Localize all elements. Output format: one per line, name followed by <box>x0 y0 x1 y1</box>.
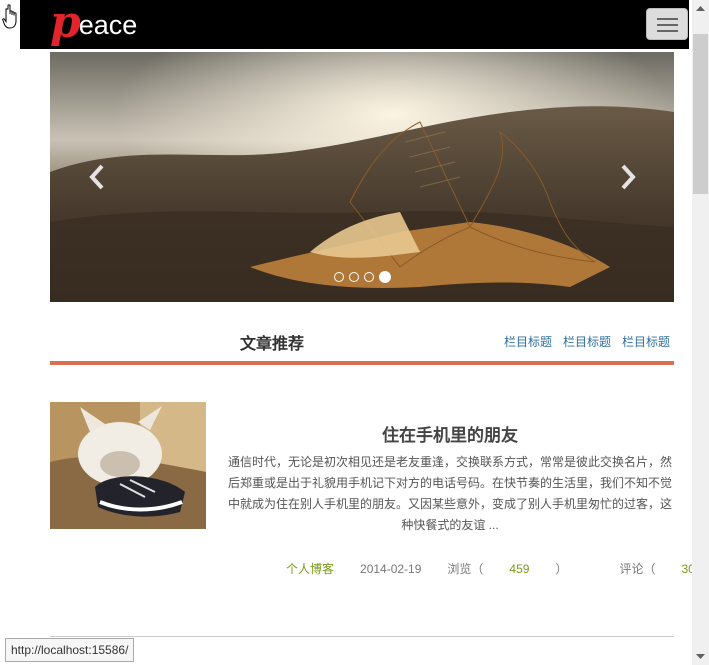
carousel-indicators <box>334 266 396 283</box>
site-logo[interactable]: peace <box>50 0 137 48</box>
views-close: ） <box>555 562 568 576</box>
scrollbar-thumb[interactable] <box>693 34 708 194</box>
carousel-indicator-3[interactable] <box>364 271 374 282</box>
section-header: 文章推荐 栏目标题 栏目标题 栏目标题 <box>50 325 674 365</box>
carousel-indicator-4-active[interactable] <box>379 270 391 283</box>
top-navbar: peace <box>20 0 689 49</box>
carousel-indicator-1[interactable] <box>334 271 344 282</box>
comments-count: 30 <box>681 562 692 576</box>
column-link-3[interactable]: 栏目标题 <box>622 335 670 349</box>
article-views: 浏览（ 459 ） <box>447 562 593 576</box>
article-meta: 个人博客 2014-02-19 浏览（ 459 ） 评论（ 30 ） <box>286 560 692 577</box>
comments-label: 评论（ <box>619 562 656 576</box>
chevron-left-icon[interactable] <box>85 162 109 192</box>
vertical-scrollbar[interactable] <box>692 0 709 665</box>
views-count: 459 <box>509 562 530 576</box>
content-divider <box>50 636 674 637</box>
column-link-2[interactable]: 栏目标题 <box>563 335 611 349</box>
article-author[interactable]: 个人博客 <box>286 562 334 576</box>
hamburger-line <box>657 30 678 32</box>
scroll-up-arrow-icon[interactable] <box>692 0 709 17</box>
nav-toggle-button[interactable] <box>646 8 688 40</box>
page-content: peace 文章推荐 栏目标题 栏目标题 栏目标题 住在手机里的朋友 通信时代，… <box>0 0 692 665</box>
hamburger-menu-icon <box>657 18 678 20</box>
dog-sleeping-on-shoe-image <box>50 402 206 529</box>
views-label: 浏览（ <box>447 562 484 576</box>
article-comments: 评论（30） <box>619 562 692 576</box>
column-link-1[interactable]: 栏目标题 <box>504 335 552 349</box>
carousel-slide-book-image <box>50 52 674 302</box>
article-thumbnail[interactable] <box>50 402 206 529</box>
section-links: 栏目标题 栏目标题 栏目标题 <box>493 333 670 350</box>
chevron-right-icon[interactable] <box>616 162 640 192</box>
article-title[interactable]: 住在手机里的朋友 <box>226 421 674 446</box>
logo-text: eace <box>78 10 138 40</box>
browser-status-url: http://localhost:15586/ <box>5 638 135 662</box>
logo-initial: p <box>50 0 81 48</box>
hand-cursor-icon <box>2 4 17 29</box>
article-summary: 通信时代，无论是初次相见还是老友重逢，交换联系方式，常常是彼此交换名片，然后郑重… <box>227 455 672 532</box>
section-title: 文章推荐 <box>240 336 305 353</box>
scroll-down-arrow-icon[interactable] <box>692 648 709 665</box>
article-date: 2014-02-19 <box>360 562 422 576</box>
hamburger-line <box>657 24 678 26</box>
image-carousel[interactable] <box>50 52 674 302</box>
carousel-indicator-2[interactable] <box>349 271 359 282</box>
